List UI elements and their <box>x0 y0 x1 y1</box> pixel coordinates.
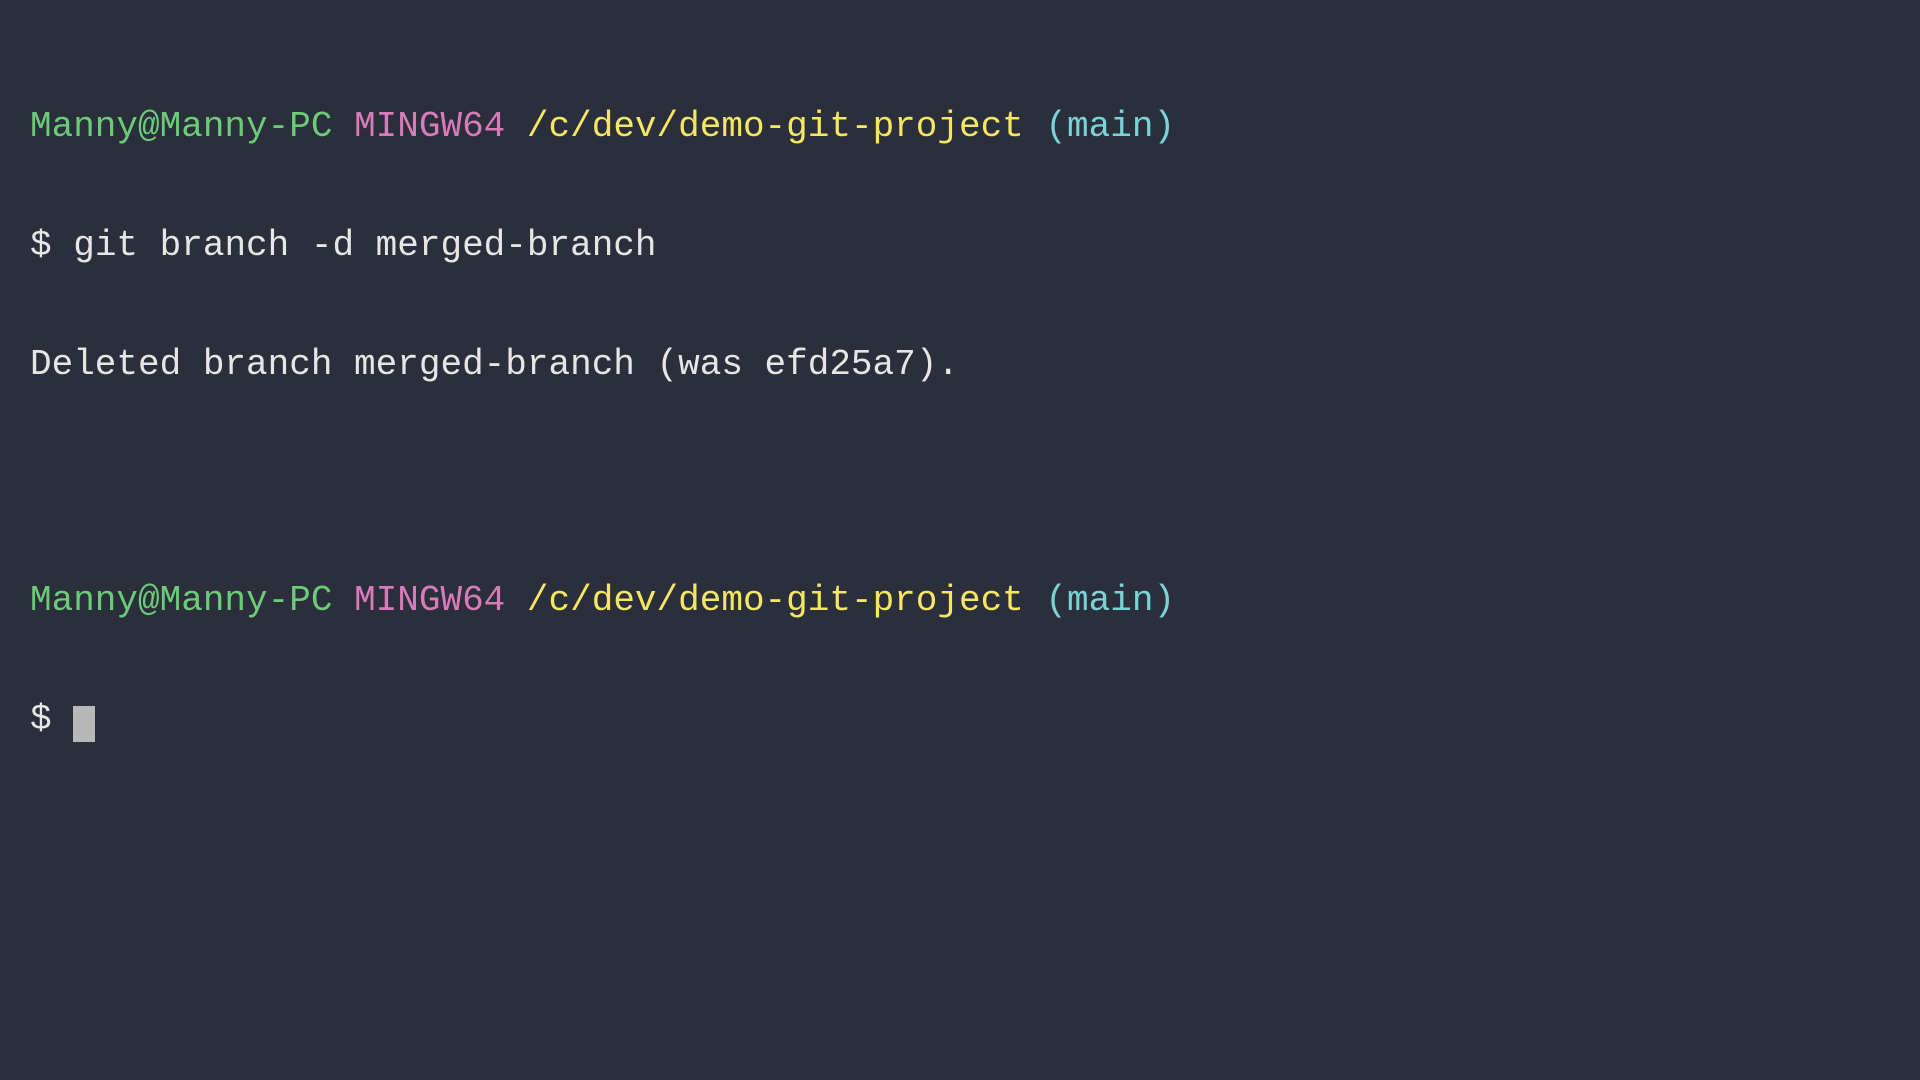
user-host: Manny@Manny-PC <box>30 106 332 147</box>
cursor-icon <box>73 706 95 742</box>
git-branch: (main) <box>1045 106 1175 147</box>
prompt-line-2: Manny@Manny-PC MINGW64 /c/dev/demo-git-p… <box>30 581 1890 621</box>
terminal-window[interactable]: Manny@Manny-PC MINGW64 /c/dev/demo-git-p… <box>0 0 1920 1080</box>
output-line-1: Deleted branch merged-branch (was efd25a… <box>30 345 1890 385</box>
env-label: MINGW64 <box>354 580 505 621</box>
cwd-path: /c/dev/demo-git-project <box>527 580 1024 621</box>
command-text: git branch -d merged-branch <box>73 225 656 266</box>
git-branch: (main) <box>1045 580 1175 621</box>
prompt-line-1: Manny@Manny-PC MINGW64 /c/dev/demo-git-p… <box>30 107 1890 147</box>
env-label: MINGW64 <box>354 106 505 147</box>
command-line-1: $ git branch -d merged-branch <box>30 226 1890 266</box>
blank-line <box>30 464 1890 502</box>
cwd-path: /c/dev/demo-git-project <box>527 106 1024 147</box>
user-host: Manny@Manny-PC <box>30 580 332 621</box>
prompt-symbol: $ <box>30 225 52 266</box>
prompt-symbol: $ <box>30 699 52 740</box>
command-line-2[interactable]: $ <box>30 700 1890 740</box>
